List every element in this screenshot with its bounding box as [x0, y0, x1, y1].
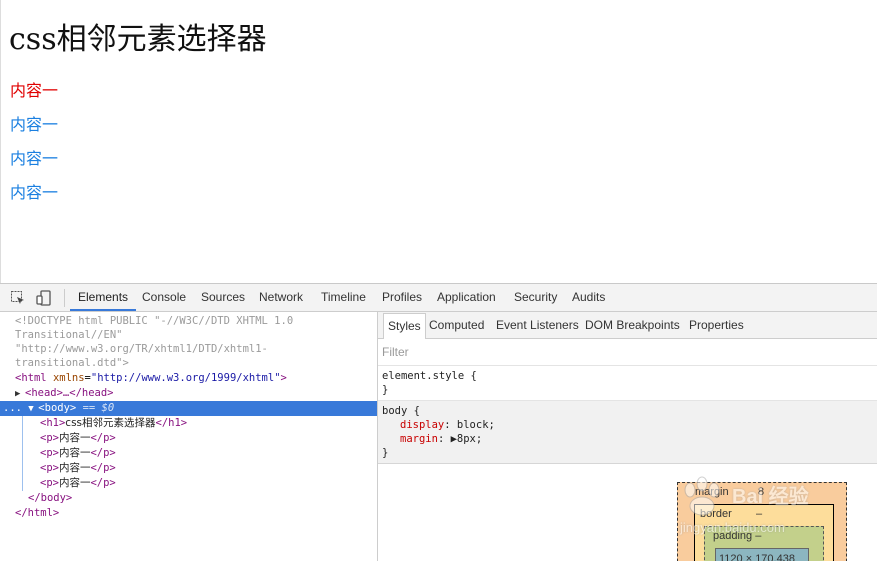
rule-element-style-selector[interactable]: element.style {	[382, 369, 477, 383]
page-heading: css相邻元素选择器	[9, 22, 267, 57]
property-value: : block;	[444, 419, 495, 431]
p-close-tag: </p>	[90, 477, 116, 489]
dom-node-p[interactable]: <p>内容一</p>	[40, 461, 377, 476]
dom-node-body-selected[interactable]: ... ▼ <body> == $0	[0, 401, 377, 416]
head-collapsed-tag: <head>…</head>	[25, 387, 114, 399]
tab-audits[interactable]: Audits	[572, 284, 605, 311]
dom-node-head[interactable]: ▶ <head>…</head>	[15, 386, 377, 401]
rule-body-close: }	[382, 447, 389, 459]
tab-profiles[interactable]: Profiles	[382, 284, 422, 311]
subtab-properties[interactable]: Properties	[689, 312, 744, 338]
paragraph-3: 内容一	[10, 149, 59, 168]
css-property-display[interactable]: display: block;	[400, 418, 495, 432]
h1-text: css相邻元素选择器	[65, 417, 156, 429]
p-text: 内容一	[58, 432, 91, 444]
html-open-end: >	[280, 372, 287, 384]
html-open-tag: <html	[15, 372, 47, 384]
property-name: display	[400, 419, 445, 431]
dom-node-p[interactable]: <p>内容一</p>	[40, 476, 377, 491]
p-text: 内容一	[58, 462, 91, 474]
paragraph-2: 内容一	[10, 115, 59, 134]
doctype-line-2[interactable]: Transitional//EN"	[15, 328, 377, 343]
subtab-event-listeners[interactable]: Event Listeners	[496, 312, 579, 338]
html-attr-name: xmlns	[52, 372, 85, 384]
dom-node-h1[interactable]: <h1>css相邻元素选择器</h1>	[40, 416, 377, 431]
dom-node-p[interactable]: <p>内容一</p>	[40, 431, 377, 446]
tab-elements[interactable]: Elements	[70, 284, 137, 311]
watermark-url: jingyan.baidu.com	[680, 520, 785, 535]
inspect-element-icon[interactable]	[10, 290, 26, 306]
tab-console[interactable]: Console	[142, 284, 186, 311]
css-property-margin[interactable]: margin: ▶8px;	[400, 432, 482, 446]
subtab-styles[interactable]: Styles	[383, 313, 426, 339]
collapse-triangle-icon[interactable]: ▼	[28, 402, 38, 417]
p-open-tag: <p>	[40, 462, 59, 474]
tab-network[interactable]: Network	[259, 284, 303, 311]
doctype-line-4[interactable]: transitional.dtd">	[15, 356, 377, 371]
styles-filter-input[interactable]: Filter	[382, 345, 409, 359]
doctype-line-3[interactable]: "http://www.w3.org/TR/xhtml1/DTD/xhtml1-	[15, 342, 377, 357]
devtools-tab-bar: Elements Console Sources Network Timelin…	[0, 284, 877, 312]
html-attr-value: "http://www.w3.org/1999/xhtml"	[90, 372, 281, 384]
tab-sources[interactable]: Sources	[201, 284, 245, 311]
rule-body-selector[interactable]: body {	[382, 404, 420, 418]
baidu-jingyan-watermark: Bai 经验 jingyan.baidu.com	[680, 476, 870, 546]
indent-guide	[22, 416, 23, 491]
paragraph-1: 内容一	[10, 81, 59, 100]
toolbar-divider	[64, 289, 65, 307]
p-close-tag: </p>	[90, 447, 116, 459]
paw-logo-icon	[684, 476, 720, 516]
subtab-computed[interactable]: Computed	[429, 312, 484, 338]
dom-tree[interactable]: <!DOCTYPE html PUBLIC "-//W3C//DTD XHTML…	[0, 312, 377, 561]
dom-node-p[interactable]: <p>内容一</p>	[40, 446, 377, 461]
tab-application[interactable]: Application	[437, 284, 496, 311]
p-open-tag: <p>	[40, 432, 59, 444]
body-open-tag: <body>	[38, 402, 77, 414]
tab-security[interactable]: Security	[514, 284, 557, 311]
p-open-tag: <p>	[40, 447, 59, 459]
p-close-tag: </p>	[90, 462, 116, 474]
doctype-line-1[interactable]: <!DOCTYPE html PUBLIC "-//W3C//DTD XHTML…	[15, 314, 377, 329]
expand-triangle-icon[interactable]: ▶	[15, 387, 25, 402]
html-close-tag[interactable]: </html>	[15, 506, 377, 521]
selected-node-marker: == $0	[82, 402, 115, 414]
page-preview: css相邻元素选择器 内容一 内容一 内容一 内容一	[0, 0, 877, 283]
h1-close-tag: </h1>	[155, 417, 188, 429]
h1-open-tag: <h1>	[40, 417, 66, 429]
subtab-dom-breakpoints[interactable]: DOM Breakpoints	[585, 312, 680, 338]
divider	[378, 463, 877, 464]
device-toolbar-icon[interactable]	[36, 290, 52, 306]
styles-subtab-bar: Styles Computed Event Listeners DOM Brea…	[378, 312, 877, 339]
p-text: 内容一	[58, 477, 91, 489]
p-close-tag: </p>	[90, 432, 116, 444]
tab-timeline[interactable]: Timeline	[321, 284, 366, 311]
p-open-tag: <p>	[40, 477, 59, 489]
node-actions-dots[interactable]: ...	[3, 402, 22, 414]
rule-element-style-close: }	[382, 384, 389, 396]
property-value: : ▶8px;	[437, 433, 483, 445]
property-name: margin	[400, 433, 438, 445]
divider	[378, 365, 877, 366]
p-text: 内容一	[58, 447, 91, 459]
body-close-tag[interactable]: </body>	[28, 491, 377, 506]
dom-node-html[interactable]: <html xmlns="http://www.w3.org/1999/xhtm…	[15, 371, 377, 386]
paragraph-4: 内容一	[10, 183, 59, 202]
watermark-brand: Bai 经验	[732, 486, 809, 508]
